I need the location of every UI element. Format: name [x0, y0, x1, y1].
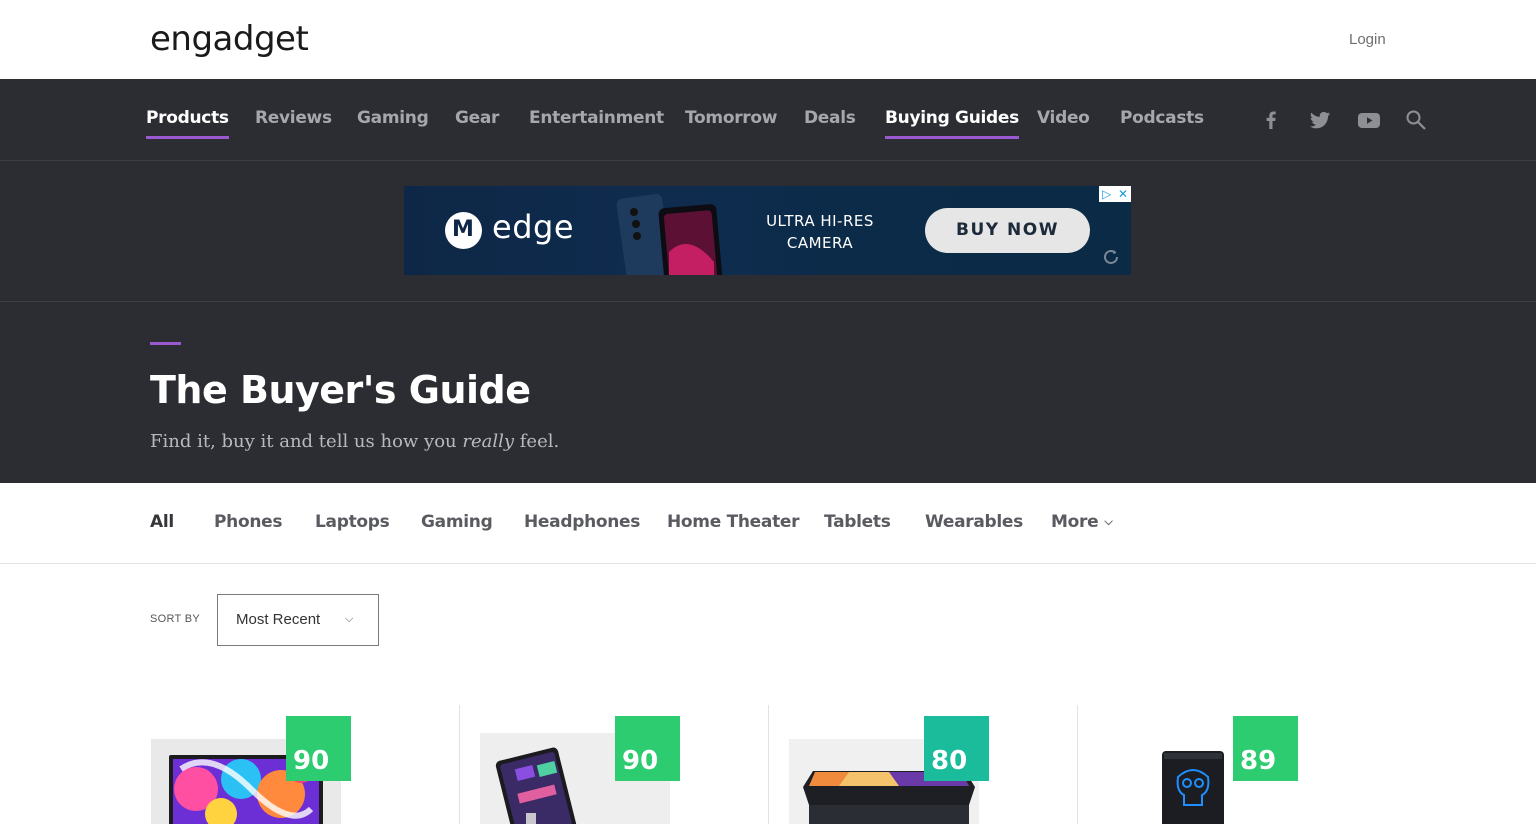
card-divider — [768, 705, 769, 824]
motorola-logo-icon — [445, 212, 482, 249]
tab-gaming[interactable]: Gaming — [421, 512, 493, 532]
ad-tagline: ULTRA HI-RES CAMERA — [744, 210, 896, 254]
nav-item-entertainment[interactable]: Entertainment — [529, 108, 664, 128]
score-badge: 90 — [615, 716, 680, 781]
main-nav: Products Reviews Gaming Gear Entertainme… — [0, 80, 1536, 161]
login-link[interactable]: Login — [1349, 31, 1386, 48]
page-title: The Buyer's Guide — [150, 368, 531, 412]
tab-tablets[interactable]: Tablets — [824, 512, 891, 532]
advertisement-banner[interactable]: edge ULTRA HI-RES CAMERA BUY NOW ▷ ✕ — [404, 186, 1131, 275]
chevron-down-icon: ⌵ — [1104, 515, 1113, 528]
nav-item-podcasts[interactable]: Podcasts — [1120, 108, 1204, 128]
search-icon[interactable] — [1404, 108, 1428, 132]
nav-item-products[interactable]: Products — [146, 108, 229, 139]
ad-brand: edge — [492, 208, 574, 246]
nav-item-gaming[interactable]: Gaming — [357, 108, 429, 128]
nav-item-gear[interactable]: Gear — [455, 108, 499, 128]
top-header: engadget Login — [0, 0, 1536, 80]
adchoices-icon[interactable]: ▷ — [1102, 186, 1111, 202]
tab-phones[interactable]: Phones — [214, 512, 283, 532]
sort-value: Most Recent — [236, 611, 321, 628]
tab-wearables[interactable]: Wearables — [925, 512, 1023, 532]
tab-laptops[interactable]: Laptops — [315, 512, 390, 532]
tab-more-label[interactable]: More — [1051, 512, 1099, 532]
score-badge: 89 — [1233, 716, 1298, 781]
nav-item-reviews[interactable]: Reviews — [255, 108, 332, 128]
nav-item-deals[interactable]: Deals — [804, 108, 856, 128]
subtitle-emphasis: really — [462, 431, 515, 452]
nav-item-tomorrow[interactable]: Tomorrow — [685, 108, 777, 128]
phone-image — [616, 193, 724, 275]
twitter-icon[interactable] — [1308, 108, 1332, 132]
nav-item-video[interactable]: Video — [1037, 108, 1090, 128]
youtube-icon[interactable] — [1357, 108, 1381, 132]
hero-accent-bar — [150, 342, 181, 345]
nav-item-buying-guides[interactable]: Buying Guides — [885, 108, 1019, 139]
page-subtitle: Find it, buy it and tell us how you real… — [150, 431, 559, 452]
chevron-down-icon: ⌵ — [345, 612, 354, 625]
close-icon[interactable]: ✕ — [1118, 186, 1128, 202]
ad-tagline-line1: ULTRA HI-RES — [766, 212, 874, 230]
tab-all[interactable]: All — [150, 512, 174, 532]
engadget-logo[interactable]: engadget — [150, 20, 309, 58]
score-badge: 80 — [924, 716, 989, 781]
score-badge: 90 — [286, 716, 351, 781]
tab-home-theater[interactable]: Home Theater — [667, 512, 800, 532]
hero-section: The Buyer's Guide Find it, buy it and te… — [0, 302, 1536, 483]
card-divider — [1077, 705, 1078, 824]
subtitle-text-end: feel. — [514, 431, 560, 452]
card-divider — [459, 705, 460, 824]
ad-tagline-line2: CAMERA — [786, 234, 854, 252]
category-tabs: All Phones Laptops Gaming Headphones Hom… — [0, 483, 1536, 564]
ad-choices-badge[interactable]: ▷ ✕ — [1099, 186, 1131, 202]
ad-zone: edge ULTRA HI-RES CAMERA BUY NOW ▷ ✕ — [0, 161, 1536, 302]
facebook-icon[interactable] — [1259, 108, 1283, 132]
refresh-icon[interactable] — [1101, 247, 1121, 267]
buy-now-button[interactable]: BUY NOW — [925, 208, 1090, 253]
sort-select[interactable]: Most Recent ⌵ — [217, 594, 379, 646]
sort-label: SORT BY — [150, 613, 200, 625]
subtitle-text: Find it, buy it and tell us how you — [150, 431, 463, 452]
tab-headphones[interactable]: Headphones — [524, 512, 640, 532]
tab-more[interactable]: More ⌵ — [1051, 512, 1113, 532]
